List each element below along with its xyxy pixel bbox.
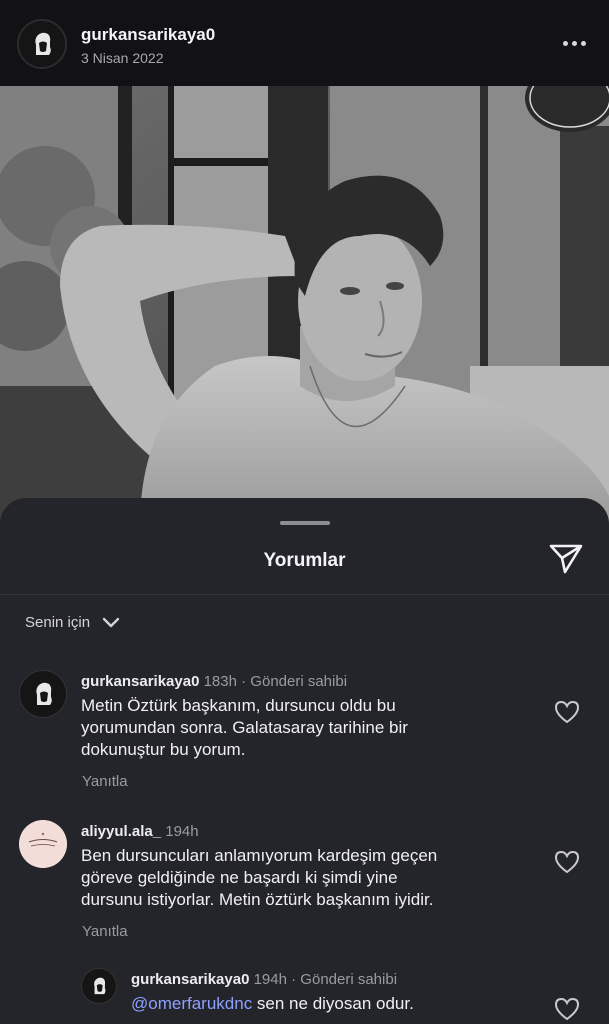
avatar-logo-icon	[36, 682, 52, 705]
chevron-down-icon	[102, 617, 120, 627]
author-badge: · Gönderi sahibi	[241, 673, 348, 690]
comment-text-line: Ben dursuncuları anlamıyorum kardeşim ge…	[81, 846, 438, 865]
heart-icon[interactable]	[553, 849, 581, 875]
comment-text-line: göreve geldiğinde ne başardı ki şimdi yi…	[81, 868, 398, 887]
comment-meta: gurkansarikaya0 183h · Gönderi sahibi	[81, 673, 347, 690]
avatar-logo-icon	[94, 977, 106, 995]
comment-time: 183h	[203, 673, 237, 690]
avatar-logo-icon	[19, 820, 67, 868]
comment-text-line: yorumundan sonra. Galatasaray tarihine b…	[81, 718, 408, 737]
comment-meta: aliyyul.ala_ 194h	[81, 823, 199, 840]
comment-time: 194h	[253, 971, 287, 988]
filter-label: Senin için	[25, 614, 91, 631]
avatar[interactable]	[19, 820, 67, 868]
avatar-logo-icon	[19, 21, 65, 67]
comments-sheet: Yorumlar Senin için gurkansarikaya0 183h…	[0, 498, 609, 1024]
comment-time: 194h	[165, 823, 199, 840]
divider	[0, 594, 609, 595]
avatar[interactable]	[19, 670, 67, 718]
post-username[interactable]: gurkansarikaya0	[81, 25, 215, 45]
heart-icon[interactable]	[553, 996, 581, 1022]
comment-username[interactable]: aliyyul.ala_	[81, 823, 161, 840]
comment-text: Ben dursuncuları anlamıyorum kardeşim ge…	[81, 845, 437, 911]
comment-text-line: dursunu istiyorlar. Metin öztürk başkanı…	[81, 890, 434, 909]
comment-username[interactable]: gurkansarikaya0	[81, 673, 199, 690]
reply-button[interactable]: Yanıtla	[82, 773, 128, 790]
mention-link[interactable]: @omerfarukdnc	[131, 994, 252, 1013]
comment-text-content: sen ne diyosan odur.	[252, 994, 414, 1013]
comment-text: Metin Öztürk başkanım, dursuncu oldu bu …	[81, 695, 408, 761]
post-photo	[0, 86, 609, 526]
comments-filter-dropdown[interactable]: Senin için	[25, 614, 120, 631]
avatar[interactable]	[17, 19, 67, 69]
post-header: gurkansarikaya0 3 Nisan 2022	[0, 0, 609, 86]
comment-username[interactable]: gurkansarikaya0	[131, 971, 249, 988]
comment-text: @omerfarukdnc sen ne diyosan odur.	[131, 993, 414, 1015]
heart-icon[interactable]	[553, 699, 581, 725]
author-badge: · Gönderi sahibi	[291, 971, 398, 988]
send-icon[interactable]	[548, 542, 584, 576]
comment-text-line: dokunuştur bu yorum.	[81, 740, 246, 759]
sheet-grabber[interactable]	[280, 521, 330, 525]
sheet-title: Yorumlar	[263, 550, 346, 571]
post-date: 3 Nisan 2022	[81, 50, 164, 66]
more-horizontal-icon[interactable]	[559, 33, 589, 53]
comment-text-line: Metin Öztürk başkanım, dursuncu oldu bu	[81, 696, 396, 715]
comment-meta: gurkansarikaya0 194h · Gönderi sahibi	[131, 971, 397, 988]
avatar[interactable]	[81, 968, 117, 1004]
reply-button[interactable]: Yanıtla	[82, 923, 128, 940]
